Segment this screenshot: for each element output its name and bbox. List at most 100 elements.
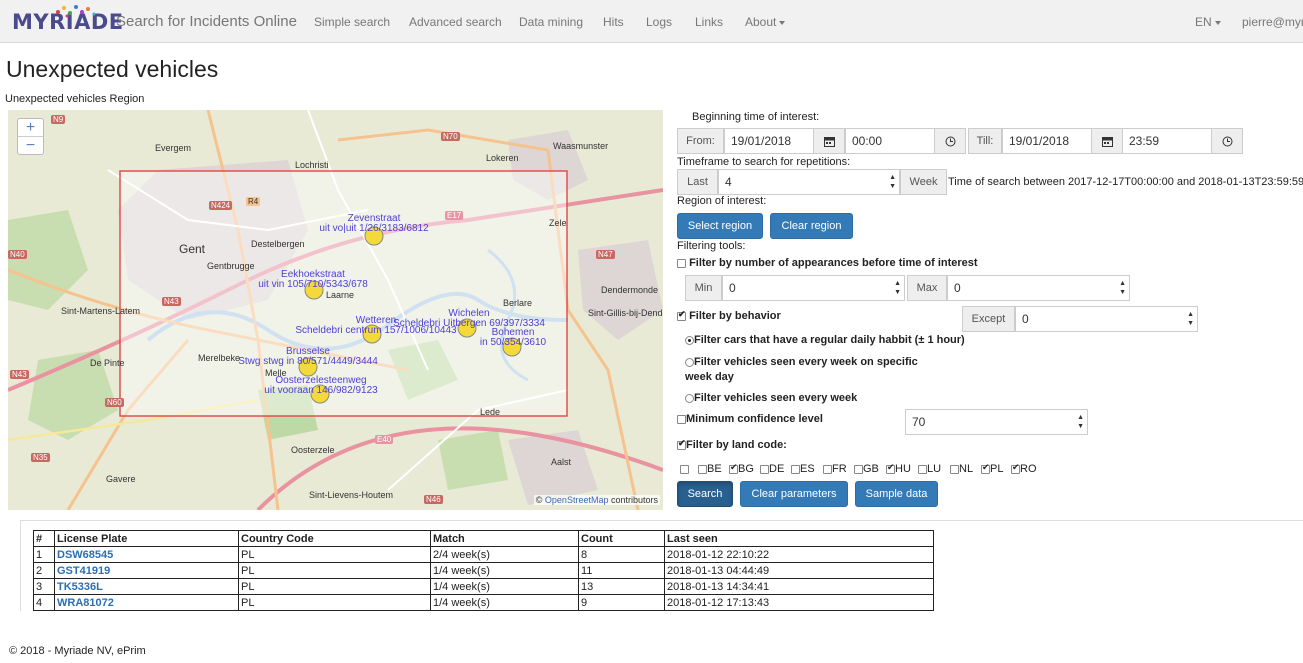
- clock-icon[interactable]: [934, 128, 966, 154]
- column-header[interactable]: Count: [578, 530, 665, 547]
- map-place: Berlare: [503, 298, 533, 308]
- filter-land-checkbox[interactable]: Filter by land code:: [677, 438, 787, 451]
- map-place: Sint-Martens-Latem: [61, 306, 141, 316]
- column-header[interactable]: Last seen: [664, 530, 934, 547]
- max-stepper[interactable]: 0 ▲ ▼: [947, 275, 1130, 301]
- radio-weekly-label: Filter vehicles seen every week: [694, 392, 858, 404]
- nav-links[interactable]: Links: [695, 15, 723, 29]
- map-place: Gavere: [106, 474, 136, 484]
- select-region-button[interactable]: Select region: [677, 213, 763, 239]
- max-value: 0: [954, 281, 961, 295]
- attribution-suffix: contributors: [608, 495, 658, 505]
- stepper-arrows-icon[interactable]: ▲ ▼: [1119, 279, 1126, 297]
- column-header[interactable]: License Plate: [54, 530, 239, 547]
- radio-weekly[interactable]: Filter vehicles seen every week: [685, 392, 930, 404]
- match-cell: 1/4 week(s): [430, 594, 579, 611]
- zoom-in-button[interactable]: +: [18, 119, 43, 137]
- road-shield: N424: [209, 201, 233, 210]
- land-code-blank[interactable]: [680, 463, 689, 475]
- column-header[interactable]: Country Code: [238, 530, 431, 547]
- radio-daily-habbit[interactable]: Filter cars that have a regular daily ha…: [685, 334, 985, 346]
- except-stepper[interactable]: 0 ▲ ▼: [1015, 306, 1198, 332]
- calendar-icon[interactable]: [813, 128, 845, 154]
- till-time-input[interactable]: 23:59: [1122, 128, 1212, 154]
- nav-about-dropdown[interactable]: About: [745, 15, 786, 29]
- search-button[interactable]: Search: [677, 481, 733, 507]
- match-cell: 1/4 week(s): [430, 562, 579, 579]
- map-place: Merelbeke: [198, 353, 241, 363]
- osm-link[interactable]: OpenStreetMap: [545, 495, 609, 505]
- land-code-gb[interactable]: GB: [854, 463, 879, 475]
- from-time-input[interactable]: 00:00: [845, 128, 935, 154]
- marker-label[interactable]: Wichelen Scheldebri Uitbergen 69/397/333…: [393, 309, 545, 329]
- land-code-nl[interactable]: NL: [950, 463, 973, 475]
- land-code-label: HU: [895, 463, 911, 475]
- nav-simple-search[interactable]: Simple search: [314, 15, 390, 29]
- filter-behavior-checkbox[interactable]: Filter by behavior: [677, 309, 781, 322]
- last-seen-cell: 2018-01-12 22:10:22: [664, 546, 934, 563]
- license-plate-link[interactable]: GST41919: [57, 565, 110, 577]
- marker-label[interactable]: Eekhoekstraat uit vin 105/710/5343/678: [258, 270, 368, 290]
- till-date-input[interactable]: 19/01/2018: [1002, 128, 1092, 154]
- marker-label[interactable]: Brusselse Stwg stwg in 80/571/4449/3444: [238, 347, 378, 367]
- zoom-out-button[interactable]: −: [18, 137, 43, 155]
- clear-parameters-button[interactable]: Clear parameters: [740, 481, 848, 507]
- land-code-be[interactable]: BE: [698, 463, 722, 475]
- license-plate-link[interactable]: TK5336L: [57, 581, 103, 593]
- nav-data-mining[interactable]: Data mining: [519, 15, 583, 29]
- map-place: Destelbergen: [251, 239, 305, 249]
- chevron-down-icon: [1214, 20, 1221, 25]
- land-code-bg[interactable]: BG: [729, 462, 754, 475]
- min-stepper[interactable]: 0 ▲ ▼: [722, 275, 905, 301]
- license-plate-link[interactable]: WRA81072: [57, 597, 114, 609]
- last-count-stepper[interactable]: 4 ▲ ▼: [718, 169, 900, 195]
- radio-weekly-specific[interactable]: Filter vehicles seen every week on speci…: [685, 355, 930, 385]
- land-code-de[interactable]: DE: [760, 463, 784, 475]
- road-shield: N60: [105, 398, 124, 407]
- land-code-pl[interactable]: PL: [981, 462, 1003, 475]
- land-code-hu[interactable]: HU: [886, 462, 911, 475]
- stepper-arrows-icon[interactable]: ▲ ▼: [1077, 413, 1084, 431]
- language-label: EN: [1195, 15, 1212, 29]
- nav-hits[interactable]: Hits: [603, 15, 624, 29]
- stepper-arrows-icon[interactable]: ▲ ▼: [1187, 310, 1194, 328]
- last-addon: Last: [677, 169, 718, 195]
- map-place: Gent: [179, 242, 206, 256]
- user-menu[interactable]: pierre@myriade: [1242, 15, 1303, 29]
- map-place: Zele: [549, 218, 567, 228]
- app-title[interactable]: Search for Incidents Online: [116, 13, 297, 30]
- language-dropdown[interactable]: EN: [1195, 15, 1221, 29]
- marker-label[interactable]: Oosterzelesteenweg uit vooraan 146/982/9…: [264, 376, 377, 396]
- last-count-value: 4: [725, 175, 732, 189]
- region-map[interactable]: Evergem Lochristi Lokeren Waasmunster Ge…: [8, 110, 663, 510]
- marker-label[interactable]: Bohemen in 50/354/3610: [480, 328, 546, 348]
- country-cell: PL: [238, 594, 431, 611]
- column-header[interactable]: Match: [430, 530, 579, 547]
- min-value: 0: [729, 281, 736, 295]
- license-plate-link[interactable]: DSW68545: [57, 549, 113, 561]
- land-code-ro[interactable]: RO: [1011, 462, 1037, 475]
- land-code-fr[interactable]: FR: [823, 463, 847, 475]
- brand-logo[interactable]: MYRIADE: [12, 2, 124, 42]
- country-cell: PL: [238, 562, 431, 579]
- min-confidence-checkbox[interactable]: Minimum confidence level: [677, 413, 823, 425]
- confidence-stepper[interactable]: 70 ▲ ▼: [905, 409, 1088, 435]
- road-shield: R4: [246, 197, 261, 206]
- stepper-arrows-icon[interactable]: ▲ ▼: [894, 279, 901, 297]
- sample-data-button[interactable]: Sample data: [855, 481, 938, 507]
- stepper-arrows-icon[interactable]: ▲ ▼: [889, 173, 896, 191]
- nav-advanced-search[interactable]: Advanced search: [409, 15, 502, 29]
- calendar-icon[interactable]: [1091, 128, 1123, 154]
- clock-icon[interactable]: [1211, 128, 1243, 154]
- land-code-label: RO: [1020, 463, 1037, 475]
- land-code-label: LU: [927, 463, 942, 475]
- map-place: Waasmunster: [553, 141, 609, 151]
- nav-logs[interactable]: Logs: [646, 15, 672, 29]
- clear-region-button[interactable]: Clear region: [770, 213, 853, 239]
- land-code-es[interactable]: ES: [791, 463, 815, 475]
- from-date-input[interactable]: 19/01/2018: [724, 128, 814, 154]
- checkbox-icon: [698, 464, 707, 474]
- marker-label[interactable]: Zevenstraat uit vo|uit 1/26/3183/6812: [319, 214, 428, 234]
- land-code-lu[interactable]: LU: [918, 463, 941, 475]
- filter-appearances-checkbox[interactable]: Filter by number of appearances before t…: [677, 257, 978, 269]
